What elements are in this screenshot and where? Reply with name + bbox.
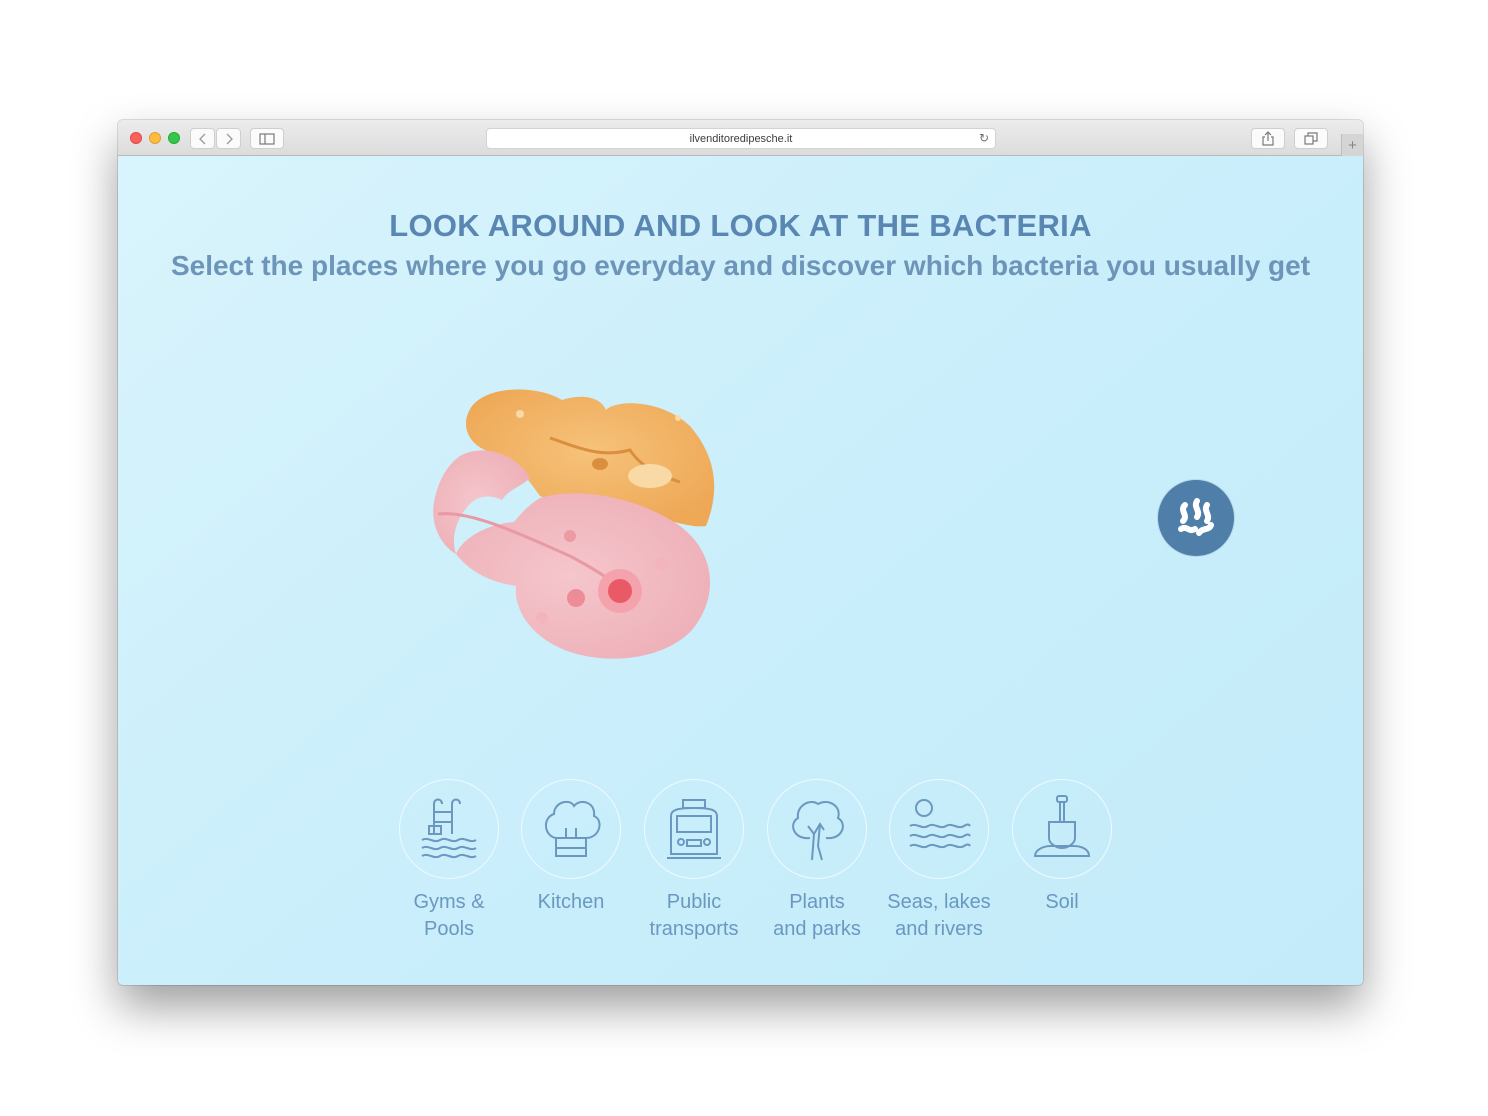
place-kitchen[interactable]: Kitchen: [510, 779, 632, 916]
sidebar-icon: [259, 132, 275, 145]
place-seas-lakes-rivers[interactable]: Seas, lakes and rivers: [878, 779, 1000, 943]
places-list: Gyms & Pools Kitchen Public transports P…: [395, 779, 1115, 959]
waves-icon: [909, 799, 971, 849]
show-tabs-button[interactable]: [1294, 128, 1328, 149]
url-text: ilvenditoredipesche.it: [689, 132, 793, 145]
chevron-left-icon: [198, 133, 205, 144]
zoom-window-button[interactable]: [168, 132, 180, 144]
place-public-transports[interactable]: Public transports: [633, 779, 755, 943]
place-plants-parks[interactable]: Plants and parks: [756, 779, 878, 943]
train-icon: [667, 799, 721, 859]
place-icon-circle[interactable]: [399, 779, 499, 879]
bacteria-button[interactable]: [1158, 480, 1234, 556]
page-content: LOOK AROUND AND LOOK AT THE BACTERIA Sel…: [118, 156, 1363, 985]
close-window-button[interactable]: [130, 132, 142, 144]
place-icon-circle[interactable]: [644, 779, 744, 879]
place-icon-circle[interactable]: [1012, 779, 1112, 879]
browser-toolbar: ilvenditoredipesche.it ↻ +: [118, 120, 1363, 156]
chef-hat-icon: [545, 800, 601, 857]
address-bar[interactable]: ilvenditoredipesche.it ↻: [486, 128, 996, 149]
share-button[interactable]: [1251, 128, 1285, 149]
share-icon: [1262, 131, 1274, 146]
page-title: LOOK AROUND AND LOOK AT THE BACTERIA: [389, 208, 1092, 243]
bacteria-culture-image: [433, 389, 715, 659]
minimize-window-button[interactable]: [149, 132, 161, 144]
browser-window: ilvenditoredipesche.it ↻ + LOOK AROUND A…: [118, 120, 1363, 985]
bacteria-icon: [1178, 498, 1214, 536]
page-subtitle: Select the places where you go everyday …: [170, 250, 1311, 281]
reload-icon[interactable]: ↻: [979, 131, 989, 145]
forward-button[interactable]: [216, 128, 241, 149]
place-icon-circle[interactable]: [521, 779, 621, 879]
place-icon-circle[interactable]: [889, 779, 989, 879]
sidebar-button[interactable]: [250, 128, 284, 149]
pool-icon: [421, 798, 477, 859]
tree-icon: [792, 800, 844, 861]
back-button[interactable]: [190, 128, 215, 149]
shovel-icon: [1033, 795, 1091, 857]
place-soil[interactable]: Soil: [1001, 779, 1123, 916]
place-label: Plants and parks: [773, 891, 861, 940]
place-label: Seas, lakes and rivers: [887, 891, 991, 940]
place-gyms-pools[interactable]: Gyms & Pools: [388, 779, 510, 943]
place-label: Kitchen: [537, 891, 605, 913]
new-tab-button[interactable]: +: [1341, 134, 1363, 156]
tabs-icon: [1304, 132, 1318, 145]
place-icon-circle[interactable]: [767, 779, 867, 879]
place-label: Gyms & Pools: [413, 891, 485, 940]
place-label: Public transports: [649, 891, 739, 940]
chevron-right-icon: [226, 133, 233, 144]
place-label: Soil: [1045, 891, 1079, 913]
